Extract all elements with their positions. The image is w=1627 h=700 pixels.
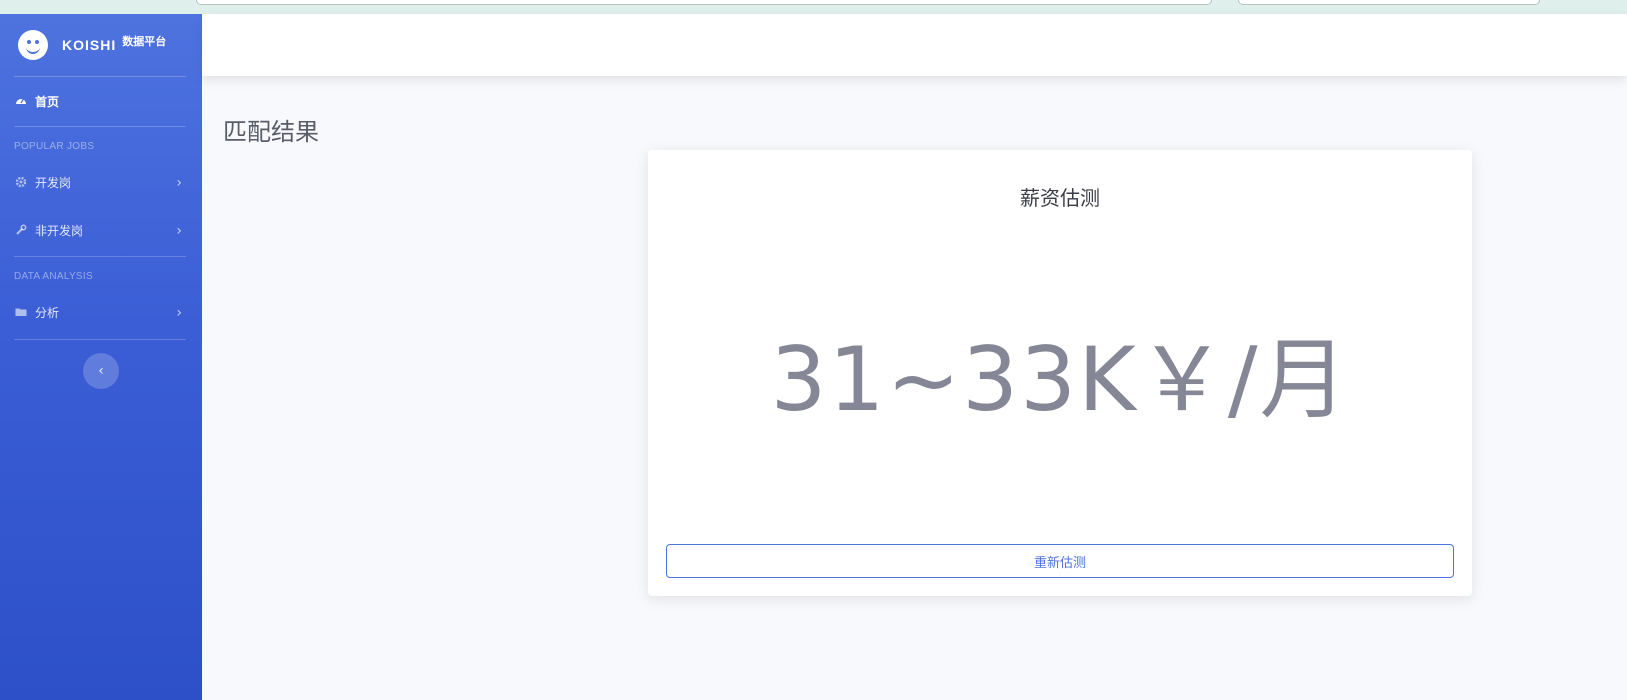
topbar (202, 14, 1627, 76)
sidebar-divider (14, 256, 186, 257)
gear-icon (15, 176, 27, 188)
sidebar-item-label: 非开发岗 (35, 223, 84, 238)
salary-estimate-value: 31~33K￥/月 (770, 328, 1350, 431)
sidebar-item-dev-jobs[interactable]: 开发岗 › (0, 167, 202, 197)
folder-icon (15, 306, 27, 318)
chevron-right-icon: › (176, 305, 182, 321)
chevron-left-icon: ‹ (98, 363, 104, 379)
page-title: 匹配结果 (223, 118, 319, 147)
sidebar-heading-popular: POPULAR JOBS (14, 141, 95, 152)
sidebar-heading-analysis: DATA ANALYSIS (14, 271, 93, 282)
salary-estimate-card: 薪资估测 31~33K￥/月 重新估测 (648, 150, 1472, 596)
wrench-icon (15, 224, 27, 236)
chevron-right-icon: › (176, 223, 182, 239)
sidebar-divider (14, 126, 186, 127)
search-bar-edge (1238, 0, 1540, 5)
sidebar-item-label: 首页 (35, 94, 60, 109)
chevron-right-icon: › (176, 175, 182, 191)
sidebar-toggle-button[interactable]: ‹ (83, 353, 119, 389)
sidebar: KOISHI 数据平台 首页 POPULAR JOBS 开发岗 › 非开发岗 ›… (0, 14, 202, 700)
sidebar-item-nondev-jobs[interactable]: 非开发岗 › (0, 215, 202, 245)
card-title: 薪资估测 (1020, 186, 1100, 210)
sidebar-item-label: 开发岗 (35, 175, 72, 190)
address-bar-edge (196, 0, 1212, 5)
sidebar-divider (14, 339, 186, 340)
sidebar-item-analysis[interactable]: 分析 › (0, 297, 202, 327)
sidebar-brand[interactable]: KOISHI 数据平台 (0, 14, 202, 76)
re-estimate-button[interactable]: 重新估测 (666, 544, 1454, 578)
brand-subtitle: 数据平台 (122, 35, 167, 48)
sidebar-item-label: 分析 (35, 305, 60, 320)
brand-name: KOISHI (62, 37, 117, 53)
smiley-logo-icon (18, 30, 48, 60)
sidebar-divider (14, 76, 186, 77)
browser-chrome-strip (0, 0, 1627, 15)
tachometer-icon (15, 95, 27, 107)
sidebar-item-home[interactable]: 首页 (0, 86, 202, 116)
